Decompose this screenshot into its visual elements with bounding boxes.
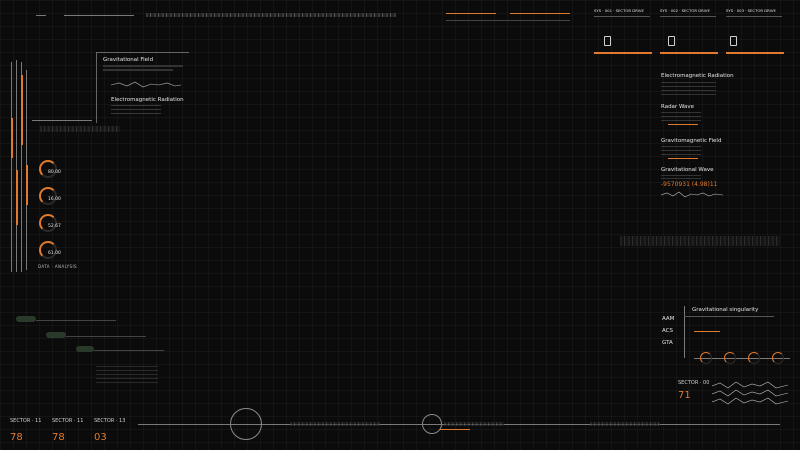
singularity-title: Gravitational singularity bbox=[692, 307, 759, 313]
gauge-ring bbox=[39, 187, 57, 205]
section-title: Electromagnetic Radiation bbox=[661, 73, 734, 79]
row-label: GTA bbox=[662, 340, 673, 346]
document-icon bbox=[668, 36, 675, 46]
sector-value: 78 bbox=[10, 432, 23, 443]
sector-label: SECTOR · 13 bbox=[94, 418, 126, 424]
top-status-strip bbox=[146, 13, 396, 17]
top-tick bbox=[36, 15, 46, 16]
sys-card-title: SYS · 001 · SECTOR DRIVE bbox=[594, 8, 644, 13]
info-text-line bbox=[103, 65, 183, 67]
section-title: Gravitational Wave bbox=[661, 167, 714, 173]
section-accent bbox=[668, 158, 698, 159]
sector-value: 78 bbox=[52, 432, 65, 443]
timeline-ring-small[interactable] bbox=[422, 414, 442, 434]
sys-card-title: SYS · 003 · SECTOR DRIVE bbox=[726, 8, 776, 13]
sector-value: 03 bbox=[94, 432, 107, 443]
row-label: AAM bbox=[662, 316, 675, 322]
card-accent-bar bbox=[594, 52, 652, 54]
gauge-ring bbox=[39, 214, 57, 232]
row-tab[interactable] bbox=[16, 316, 36, 322]
timeline-strip bbox=[590, 422, 660, 426]
section-rows bbox=[661, 82, 716, 96]
gauge-value: 80.00 bbox=[48, 170, 61, 175]
left-connector bbox=[32, 120, 92, 121]
panel-vline bbox=[684, 306, 685, 358]
card-rule bbox=[594, 16, 650, 17]
top-subrule bbox=[446, 20, 570, 21]
top-accent-left bbox=[446, 13, 496, 14]
sys-card[interactable]: SYS · 002 · SECTOR DRIVE bbox=[660, 8, 720, 60]
sector-label: SECTOR · 11 bbox=[10, 418, 42, 424]
gauge-caption: DATA · ANALYSIS bbox=[38, 264, 77, 269]
gravitational-field-title: Gravitational Field bbox=[103, 57, 154, 63]
vbar-4-accent bbox=[26, 165, 28, 205]
row-accent bbox=[694, 331, 720, 332]
mini-gauge bbox=[772, 352, 784, 364]
em-data-rows bbox=[111, 105, 161, 117]
row-tab[interactable] bbox=[46, 332, 66, 338]
card-rule bbox=[726, 16, 782, 17]
gauge-value: 61.00 bbox=[48, 251, 61, 256]
section-rows bbox=[661, 146, 701, 156]
wave-readout: -9570931 (4.98)11 bbox=[661, 181, 718, 188]
timeline-accent bbox=[440, 429, 470, 430]
row-label: ACS bbox=[662, 328, 673, 334]
document-icon bbox=[604, 36, 611, 46]
data-glitch-strip bbox=[620, 236, 780, 246]
timeline-strip bbox=[444, 422, 504, 426]
signal-waves bbox=[712, 381, 788, 405]
panel-rule bbox=[684, 316, 774, 317]
gauge-value: 52.67 bbox=[48, 224, 61, 229]
vbar-2-accent bbox=[16, 170, 18, 225]
gauge-value: 16.00 bbox=[48, 197, 61, 202]
wave-graph bbox=[661, 191, 723, 198]
mini-gauge bbox=[748, 352, 760, 364]
document-icon bbox=[730, 36, 737, 46]
vbar-1-accent bbox=[11, 118, 13, 158]
timeline-strip bbox=[290, 422, 380, 426]
sys-card[interactable]: SYS · 001 · SECTOR DRIVE bbox=[594, 8, 654, 60]
card-accent-bar bbox=[726, 52, 784, 54]
sector-label: SECTOR · 00 bbox=[678, 380, 710, 386]
info-panel: Gravitational Field Electromagnetic Radi… bbox=[96, 52, 189, 123]
row-rule bbox=[36, 320, 116, 321]
info-text-line bbox=[103, 69, 173, 71]
row-text-block bbox=[96, 366, 158, 384]
sys-card-title: SYS · 002 · SECTOR DRIVE bbox=[660, 8, 710, 13]
top-accent-right bbox=[510, 13, 570, 14]
mini-gauge bbox=[700, 352, 712, 364]
sys-card[interactable]: SYS · 003 · SECTOR DRIVE bbox=[726, 8, 786, 60]
vbar-3-accent bbox=[21, 75, 23, 145]
card-accent-bar bbox=[660, 52, 718, 54]
section-title: Gravitomagnetic Field bbox=[661, 138, 722, 144]
gauge-ring bbox=[39, 160, 57, 178]
section-accent bbox=[668, 124, 698, 125]
section-title: Radar Wave bbox=[661, 104, 695, 110]
card-rule bbox=[660, 16, 716, 17]
top-rule bbox=[64, 15, 134, 16]
sector-label: SECTOR · 11 bbox=[52, 418, 84, 424]
sector-block[interactable]: SECTOR · 13 03 bbox=[94, 418, 125, 443]
left-glitch bbox=[40, 126, 120, 132]
timeline-ring-large[interactable] bbox=[230, 408, 262, 440]
sector-block[interactable]: SECTOR · 11 78 bbox=[10, 418, 41, 443]
vbar-1 bbox=[11, 62, 12, 272]
sector-value: 71 bbox=[678, 390, 691, 401]
section-rows bbox=[661, 112, 701, 122]
row-tab[interactable] bbox=[76, 346, 94, 352]
waveform-graph bbox=[111, 81, 181, 88]
sector-block[interactable]: SECTOR · 11 78 bbox=[52, 418, 83, 443]
vbar-2 bbox=[16, 60, 17, 272]
mini-gauge bbox=[724, 352, 736, 364]
row-rule bbox=[66, 336, 146, 337]
em-radiation-title: Electromagnetic Radiation bbox=[111, 97, 184, 103]
row-rule bbox=[94, 350, 164, 351]
section-rows bbox=[661, 175, 701, 179]
gauge-ring bbox=[39, 241, 57, 259]
